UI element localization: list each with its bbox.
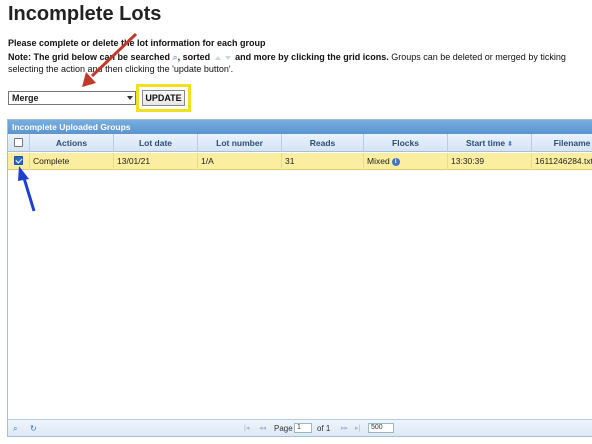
action-select[interactable]: Merge [8, 91, 136, 105]
column-header-actions[interactable]: Actions [30, 134, 114, 152]
select-arrow-icon [127, 96, 133, 100]
note-part4: Groups can be deleted or merged by ticki… [391, 52, 566, 62]
pager-next-icon[interactable]: ▸▸ [341, 420, 348, 437]
pager-last-icon[interactable]: ▸| [355, 420, 360, 437]
header-select-all-cell [8, 134, 30, 152]
pager-page-input[interactable]: 1 [294, 423, 312, 433]
grid-pager: ⌕ ↻ |◂ ◂◂ Page 1 of 1 ▸▸ ▸| 500 [8, 419, 592, 436]
action-select-value: Merge [12, 93, 39, 103]
update-button[interactable]: UPDATE [142, 90, 185, 106]
row-checkbox[interactable] [14, 156, 23, 165]
pager-first-icon[interactable]: |◂ [244, 420, 249, 437]
note-part1: The grid below can be searched [33, 52, 171, 62]
cell-start-time: 13:30:39 [448, 153, 532, 170]
cell-reads: 31 [282, 153, 364, 170]
update-highlight-box: UPDATE [136, 84, 191, 112]
incomplete-groups-grid: Incomplete Uploaded Groups Actions Lot d… [7, 119, 592, 437]
instruction-text: Please complete or delete the lot inform… [8, 38, 266, 48]
flocks-value: Mixed [367, 156, 390, 166]
refresh-icon[interactable]: ↻ [30, 420, 37, 437]
column-header-lot-date[interactable]: Lot date [114, 134, 198, 152]
note-part2: , sorted [177, 52, 211, 62]
column-header-start-time[interactable]: Start time ⬍ [448, 134, 532, 152]
cell-lot-date[interactable]: 13/01/21 [114, 153, 198, 170]
pager-page-label: Page [274, 424, 293, 433]
info-icon[interactable]: i [391, 157, 400, 166]
start-time-label: Start time [465, 138, 506, 148]
note-label: Note: [8, 52, 31, 62]
grid-caption: Incomplete Uploaded Groups [8, 120, 592, 134]
pager-prev-icon[interactable]: ◂◂ [259, 420, 266, 437]
select-all-checkbox[interactable] [14, 138, 23, 147]
column-header-flocks[interactable]: Flocks [364, 134, 448, 152]
page-title: Incomplete Lots [8, 3, 162, 25]
search-icon[interactable]: ⌕ [13, 420, 17, 437]
grid-header: Actions Lot date Lot number Reads Flocks… [8, 134, 592, 152]
note-line2: selecting the action and then clicking t… [8, 64, 234, 74]
column-header-filename[interactable]: Filename [532, 134, 592, 152]
column-header-lot-number[interactable]: Lot number [198, 134, 282, 152]
red-arrow-head [82, 72, 96, 87]
cell-lot-number[interactable]: 1/A [198, 153, 282, 170]
row-checkbox-cell [8, 153, 30, 170]
sort-indicator-icon: ⬍ [507, 141, 514, 148]
rows-per-page-select[interactable]: 500 [368, 423, 394, 433]
column-header-reads[interactable]: Reads [282, 134, 364, 152]
sort-icon [213, 52, 233, 60]
cell-flocks[interactable]: Mixed i [364, 153, 448, 170]
cell-actions[interactable]: Complete [30, 153, 114, 170]
pager-total-pages: of 1 [317, 424, 331, 433]
note-text: Note: The grid below can be searched ⌕, … [8, 52, 566, 63]
cell-filename: 1611246284.txt [535, 156, 592, 166]
table-row[interactable]: Complete 13/01/21 1/A 31 Mixed i 13:30:39… [8, 153, 592, 170]
note-part3: and more by clicking the grid icons. [235, 52, 389, 62]
